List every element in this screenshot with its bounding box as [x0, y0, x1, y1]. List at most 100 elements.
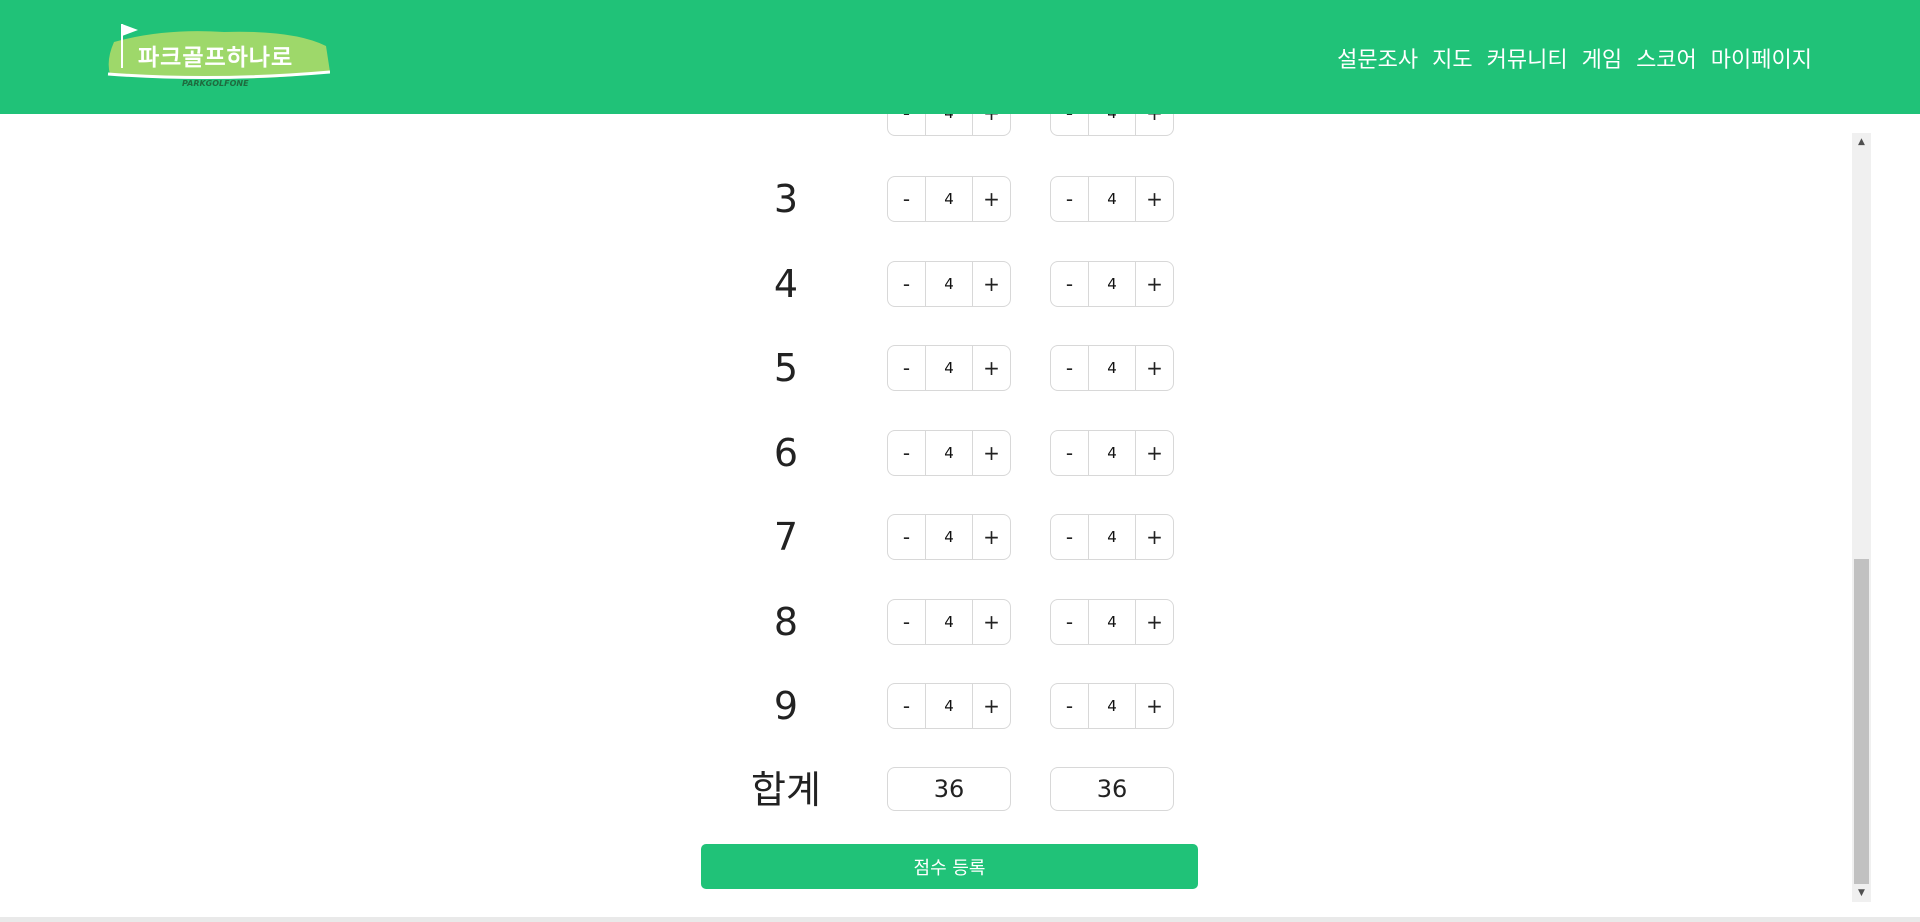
score-value[interactable]: 4	[1088, 346, 1136, 390]
site-header: 파크골프하나로 PARKGOLFONE 설문조사 지도 커뮤니티 게임 스코어 …	[0, 0, 1920, 114]
score-stepper-player1: - 4 +	[887, 345, 1011, 391]
scroll-thumb[interactable]	[1854, 559, 1869, 884]
decrement-button[interactable]: -	[888, 431, 925, 475]
scorecard: - 4 + - 4 + 3 - 4 + - 4 + 4 - 4 + -	[0, 114, 1850, 922]
hole-number: 4	[773, 262, 799, 306]
increment-button[interactable]: +	[973, 114, 1010, 135]
increment-button[interactable]: +	[973, 600, 1010, 644]
score-stepper-player2: - 4 +	[1050, 514, 1174, 560]
increment-button[interactable]: +	[1136, 177, 1173, 221]
main-nav: 설문조사 지도 커뮤니티 게임 스코어 마이페이지	[1337, 42, 1812, 74]
score-row-hole-4: 4 - 4 + - 4 +	[0, 260, 1850, 308]
increment-button[interactable]: +	[1136, 431, 1173, 475]
score-stepper-player1: - 4 +	[887, 599, 1011, 645]
decrement-button[interactable]: -	[1051, 684, 1088, 728]
score-value[interactable]: 4	[925, 177, 973, 221]
vertical-scrollbar[interactable]: ▲ ▼	[1852, 133, 1871, 902]
increment-button[interactable]: +	[1136, 515, 1173, 559]
score-row-hole-5: 5 - 4 + - 4 +	[0, 344, 1850, 392]
increment-button[interactable]: +	[973, 515, 1010, 559]
scroll-up-arrow-icon[interactable]: ▲	[1852, 133, 1871, 151]
score-value[interactable]: 4	[1088, 431, 1136, 475]
score-stepper-player2: - 4 +	[1050, 345, 1174, 391]
score-stepper-player2: - 4 +	[1050, 176, 1174, 222]
score-value[interactable]: 4	[925, 114, 973, 135]
hole-number: 6	[773, 431, 799, 475]
score-row-total: 합계 36 36	[0, 766, 1850, 814]
nav-score[interactable]: 스코어	[1636, 42, 1697, 74]
increment-button[interactable]: +	[973, 684, 1010, 728]
nav-map[interactable]: 지도	[1432, 42, 1472, 74]
decrement-button[interactable]: -	[888, 515, 925, 559]
score-stepper-player2: - 4 +	[1050, 430, 1174, 476]
increment-button[interactable]: +	[973, 177, 1010, 221]
increment-button[interactable]: +	[1136, 262, 1173, 306]
nav-survey[interactable]: 설문조사	[1337, 42, 1418, 74]
decrement-button[interactable]: -	[1051, 177, 1088, 221]
decrement-button[interactable]: -	[1051, 262, 1088, 306]
scroll-down-arrow-icon[interactable]: ▼	[1852, 884, 1871, 902]
score-value[interactable]: 4	[925, 600, 973, 644]
score-row-partial: - 4 + - 4 +	[0, 114, 1850, 137]
hole-number: 5	[773, 346, 799, 390]
score-value[interactable]: 4	[925, 262, 973, 306]
increment-button[interactable]: +	[1136, 346, 1173, 390]
increment-button[interactable]: +	[973, 346, 1010, 390]
decrement-button[interactable]: -	[1051, 515, 1088, 559]
score-row-hole-7: 7 - 4 + - 4 +	[0, 513, 1850, 561]
score-value[interactable]: 4	[1088, 177, 1136, 221]
hole-number: 8	[773, 600, 799, 644]
hole-number: 9	[773, 684, 799, 728]
score-stepper-player2: - 4 +	[1050, 261, 1174, 307]
score-row-hole-8: 8 - 4 + - 4 +	[0, 598, 1850, 646]
score-value[interactable]: 4	[925, 431, 973, 475]
score-value[interactable]: 4	[925, 346, 973, 390]
hole-number: 3	[773, 177, 799, 221]
nav-mypage[interactable]: 마이페이지	[1711, 42, 1812, 74]
score-row-hole-3: 3 - 4 + - 4 +	[0, 175, 1850, 223]
logo-title: 파크골프하나로	[138, 45, 294, 71]
decrement-button[interactable]: -	[888, 114, 925, 135]
increment-button[interactable]: +	[1136, 600, 1173, 644]
score-row-hole-6: 6 - 4 + - 4 +	[0, 429, 1850, 477]
score-row-hole-9: 9 - 4 + - 4 +	[0, 682, 1850, 730]
score-stepper-player1: - 4 +	[887, 261, 1011, 307]
total-label: 합계	[751, 768, 821, 812]
increment-button[interactable]: +	[1136, 684, 1173, 728]
increment-button[interactable]: +	[973, 262, 1010, 306]
logo-subtitle: PARKGOLFONE	[182, 79, 249, 88]
score-value[interactable]: 4	[1088, 600, 1136, 644]
total-score-player1: 36	[887, 767, 1011, 811]
decrement-button[interactable]: -	[888, 262, 925, 306]
decrement-button[interactable]: -	[1051, 600, 1088, 644]
score-stepper-player1: - 4 +	[887, 514, 1011, 560]
parkgolfone-logo[interactable]: 파크골프하나로 PARKGOLFONE	[104, 20, 330, 92]
score-stepper-player1: - 4 +	[887, 176, 1011, 222]
score-value[interactable]: 4	[1088, 515, 1136, 559]
submit-score-button[interactable]: 점수 등록	[701, 844, 1198, 889]
window-bottom-edge	[0, 917, 1920, 922]
decrement-button[interactable]: -	[888, 684, 925, 728]
score-value[interactable]: 4	[1088, 262, 1136, 306]
score-stepper-player1: - 4 +	[887, 114, 1011, 136]
score-value[interactable]: 4	[1088, 684, 1136, 728]
increment-button[interactable]: +	[1136, 114, 1173, 135]
decrement-button[interactable]: -	[1051, 114, 1088, 135]
score-stepper-player2: - 4 +	[1050, 683, 1174, 729]
score-stepper-player2: - 4 +	[1050, 114, 1174, 136]
nav-community[interactable]: 커뮤니티	[1487, 42, 1568, 74]
score-stepper-player1: - 4 +	[887, 430, 1011, 476]
decrement-button[interactable]: -	[888, 600, 925, 644]
score-value[interactable]: 4	[1088, 114, 1136, 135]
total-score-player2: 36	[1050, 767, 1174, 811]
decrement-button[interactable]: -	[888, 346, 925, 390]
decrement-button[interactable]: -	[1051, 346, 1088, 390]
hole-number: 7	[773, 515, 799, 559]
decrement-button[interactable]: -	[888, 177, 925, 221]
increment-button[interactable]: +	[973, 431, 1010, 475]
decrement-button[interactable]: -	[1051, 431, 1088, 475]
score-stepper-player2: - 4 +	[1050, 599, 1174, 645]
score-value[interactable]: 4	[925, 684, 973, 728]
score-value[interactable]: 4	[925, 515, 973, 559]
nav-game[interactable]: 게임	[1582, 42, 1622, 74]
